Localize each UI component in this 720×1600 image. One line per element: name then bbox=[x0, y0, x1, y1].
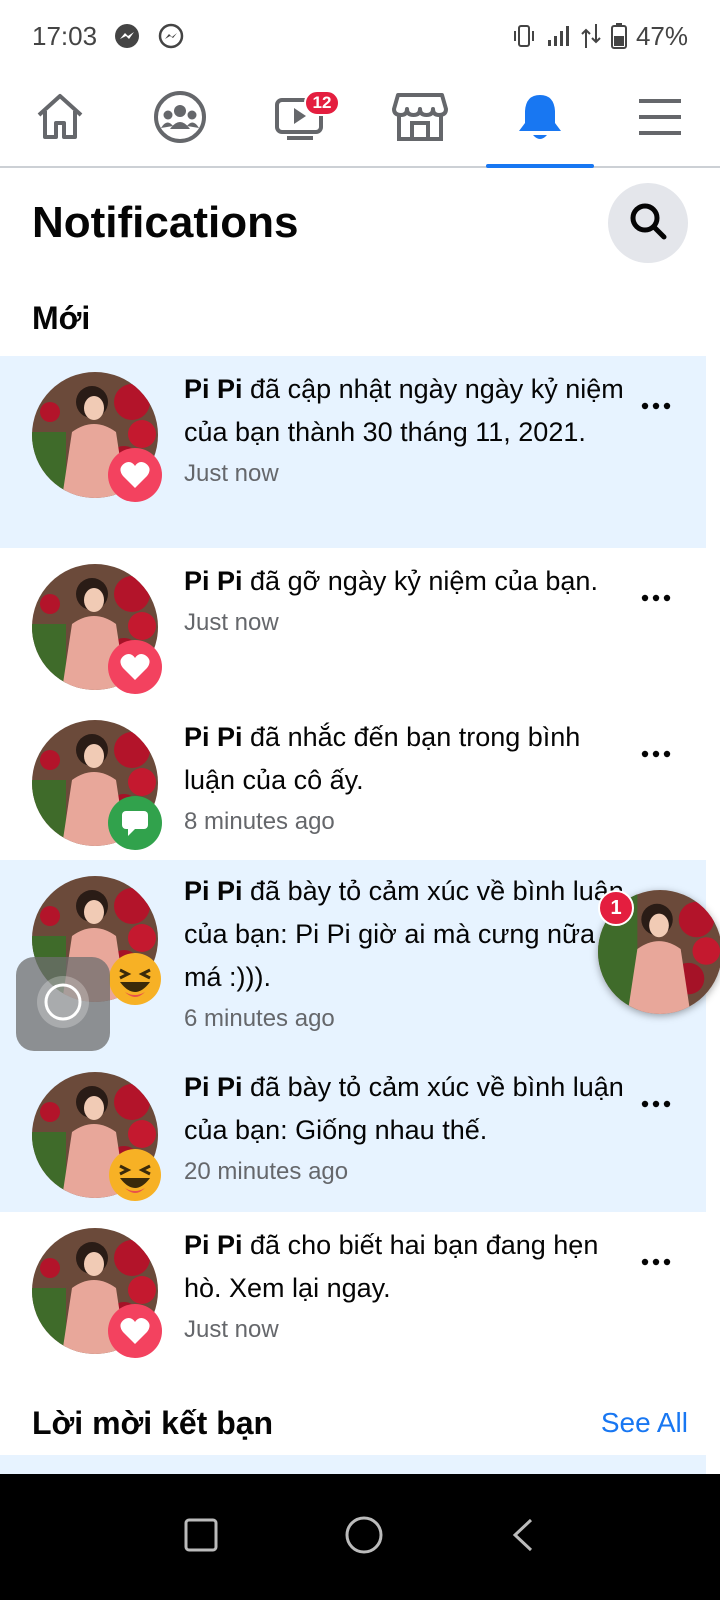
notification-text: Pi Pi đã cho biết hai bạn đang hẹn hò. X… bbox=[184, 1224, 624, 1348]
search-button[interactable] bbox=[608, 183, 688, 263]
notification-text: Pi Pi đã bày tỏ cảm xúc về bình luận của… bbox=[184, 870, 624, 1037]
friend-requests-header: Lời mời kết bạn See All bbox=[0, 1395, 720, 1451]
more-dots-icon bbox=[641, 1095, 671, 1113]
notification-message: đã cập nhật ngày ngày kỷ niệm của bạn th… bbox=[184, 374, 624, 447]
section-new-title: Mới bbox=[32, 300, 91, 336]
notification-actor: Pi Pi bbox=[184, 1230, 243, 1260]
signal-icon bbox=[546, 23, 572, 49]
nav-watch[interactable]: 12 bbox=[240, 72, 360, 166]
bell-icon bbox=[516, 91, 564, 148]
notification-text: Pi Pi đã gỡ ngày kỷ niệm của bạn. Just no… bbox=[184, 560, 624, 641]
notification-text: Pi Pi đã bày tỏ cảm xúc về bình luận của… bbox=[184, 1066, 624, 1190]
recents-icon[interactable] bbox=[183, 1517, 219, 1558]
friend-requests-title: Lời mời kết bạn bbox=[32, 1404, 274, 1441]
notification-avatar bbox=[32, 1228, 162, 1358]
haha-reaction-icon bbox=[108, 1148, 162, 1202]
battery-icon bbox=[610, 22, 628, 50]
vibrate-icon bbox=[510, 22, 538, 50]
top-nav: 12 bbox=[0, 72, 720, 168]
notification-text: Pi Pi đã cập nhật ngày ngày kỷ niệm của … bbox=[184, 368, 624, 492]
more-options-button[interactable] bbox=[638, 1086, 674, 1122]
notification-text: Pi Pi đã nhắc đến bạn trong bình luận củ… bbox=[184, 716, 624, 840]
watch-badge: 12 bbox=[304, 90, 340, 116]
comment-icon bbox=[108, 796, 162, 850]
home-icon bbox=[34, 91, 86, 148]
search-icon bbox=[628, 201, 668, 246]
more-options-button[interactable] bbox=[638, 388, 674, 424]
data-arrows-icon bbox=[580, 22, 602, 50]
nav-home[interactable] bbox=[0, 72, 120, 166]
more-dots-icon bbox=[641, 1253, 671, 1271]
notification-message: đã nhắc đến bạn trong bình luận của cô ấ… bbox=[184, 722, 581, 795]
more-options-button[interactable] bbox=[638, 580, 674, 616]
notification-time: 8 minutes ago bbox=[184, 808, 335, 835]
notification-item[interactable]: Pi Pi đã nhắc đến bạn trong bình luận củ… bbox=[0, 704, 706, 860]
menu-icon bbox=[637, 97, 683, 142]
notification-actor: Pi Pi bbox=[184, 374, 243, 404]
haha-reaction-icon bbox=[108, 952, 162, 1006]
messenger-icon bbox=[113, 22, 141, 50]
love-reaction-icon bbox=[108, 448, 162, 502]
assistive-touch-button[interactable] bbox=[16, 957, 110, 1051]
more-options-button[interactable] bbox=[638, 736, 674, 772]
notification-actor: Pi Pi bbox=[184, 722, 243, 752]
more-options-button[interactable] bbox=[638, 1244, 674, 1280]
more-dots-icon bbox=[641, 397, 671, 415]
notification-actor: Pi Pi bbox=[184, 1072, 243, 1102]
status-bar: 17:03 47% bbox=[0, 0, 720, 72]
friend-request-row[interactable] bbox=[0, 1455, 706, 1475]
nav-menu[interactable] bbox=[600, 72, 720, 166]
notification-message: đã cho biết hai bạn đang hẹn hò. Xem lại… bbox=[184, 1230, 599, 1303]
home-circle-icon[interactable] bbox=[344, 1515, 384, 1560]
notification-item[interactable]: Pi Pi đã cập nhật ngày ngày kỷ niệm của … bbox=[0, 356, 706, 548]
notification-avatar bbox=[32, 1072, 161, 1201]
battery-percent: 47% bbox=[635, 20, 688, 51]
notification-time: 6 minutes ago bbox=[184, 1005, 335, 1032]
nav-notifications[interactable] bbox=[480, 72, 600, 168]
notification-message: đã bày tỏ cảm xúc về bình luận của bạn: … bbox=[184, 876, 624, 992]
love-reaction-icon bbox=[108, 640, 162, 694]
messenger-outline-icon bbox=[157, 22, 185, 50]
notification-message: đã bày tỏ cảm xúc về bình luận của bạn: … bbox=[184, 1072, 624, 1145]
nav-marketplace[interactable] bbox=[360, 72, 480, 166]
notification-message: đã gỡ ngày kỷ niệm của bạn. bbox=[242, 566, 598, 596]
more-dots-icon bbox=[641, 745, 671, 763]
marketplace-icon bbox=[392, 91, 448, 148]
groups-icon bbox=[153, 90, 207, 149]
notification-time: Just now bbox=[184, 460, 279, 487]
notification-actor: Pi Pi bbox=[184, 566, 243, 596]
see-all-link[interactable]: See All bbox=[601, 1407, 688, 1439]
notification-actor: Pi Pi bbox=[184, 876, 243, 906]
notification-avatar bbox=[32, 564, 162, 694]
notification-item[interactable]: Pi Pi đã cho biết hai bạn đang hẹn hò. X… bbox=[0, 1212, 706, 1368]
system-nav-bar bbox=[0, 1474, 720, 1600]
more-dots-icon bbox=[641, 589, 671, 607]
love-reaction-icon bbox=[108, 1304, 162, 1358]
notification-item[interactable]: Pi Pi đã gỡ ngày kỷ niệm của bạn. Just no… bbox=[0, 548, 706, 704]
notification-time: 20 minutes ago bbox=[184, 1158, 349, 1185]
status-time: 17:03 bbox=[32, 20, 98, 51]
assistive-touch-icon bbox=[33, 972, 93, 1037]
notification-time: Just now bbox=[184, 1316, 279, 1343]
notification-avatar bbox=[32, 372, 162, 502]
chat-head[interactable]: 1 bbox=[598, 890, 720, 1014]
notification-avatar bbox=[32, 720, 162, 850]
back-icon[interactable] bbox=[509, 1517, 537, 1558]
chat-head-badge: 1 bbox=[598, 890, 634, 926]
page-header: Notifications bbox=[0, 168, 720, 278]
page-title: Notifications bbox=[32, 198, 299, 247]
notification-item[interactable]: Pi Pi đã bày tỏ cảm xúc về bình luận của… bbox=[0, 1056, 706, 1212]
nav-groups[interactable] bbox=[120, 72, 240, 166]
notification-time: Just now bbox=[184, 609, 279, 636]
